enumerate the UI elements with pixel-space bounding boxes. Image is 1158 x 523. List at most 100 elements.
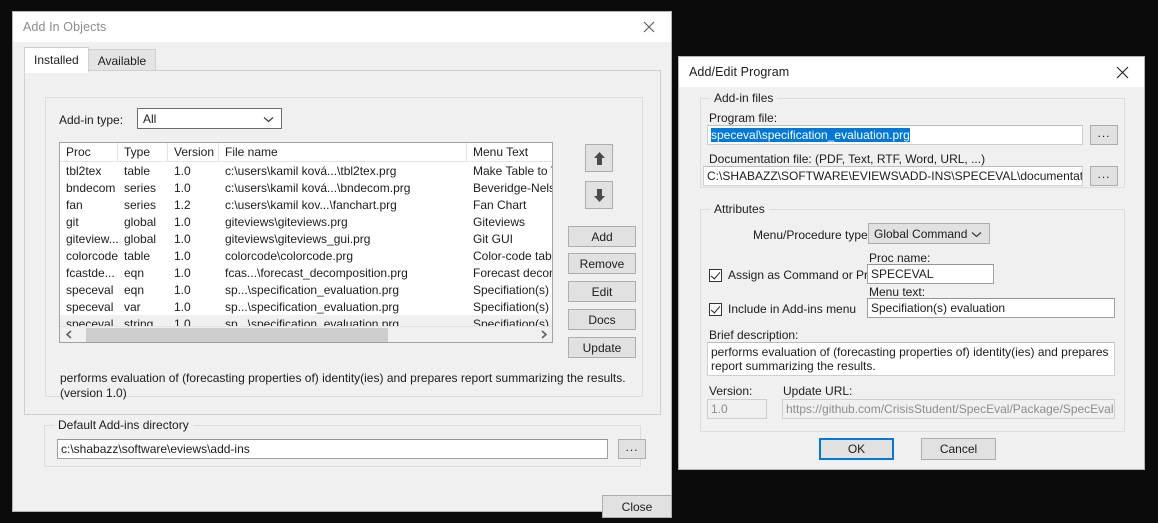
default-directory-input[interactable]: c:\shabazz\software\eviews\add-ins — [57, 439, 608, 459]
version-value: 1.0 — [711, 402, 728, 416]
cell-version: 1.0 — [174, 163, 191, 178]
chevron-down-icon — [263, 112, 274, 126]
menu-procedure-type-select[interactable]: Global Command — [868, 223, 990, 244]
cell-proc: tbl2tex — [66, 163, 102, 178]
cell-menutext: Color-code table — [473, 248, 552, 263]
brief-description-input[interactable]: performs evaluation of (forecasting prop… — [707, 342, 1115, 376]
move-up-button[interactable] — [585, 144, 613, 172]
brief-description-label: Brief description: — [709, 328, 799, 342]
cell-menutext: Git GUI — [473, 231, 514, 246]
cancel-button[interactable]: Cancel — [921, 438, 996, 460]
program-file-input[interactable]: speceval\specification_evaluation.prg — [707, 125, 1083, 145]
menu-text-value: Speciﬁation(s) evaluation — [871, 301, 1006, 315]
cell-type: series — [124, 197, 157, 212]
table-row[interactable]: fan series 1.2 c:\users\kamil kov...\fancha… — [60, 196, 552, 213]
cell-menutext: Fan Chart — [473, 197, 527, 212]
menu-procedure-type-value: Global Command — [874, 226, 968, 241]
default-directory-browse-button[interactable]: ... — [618, 439, 646, 459]
remove-button[interactable]: Remove — [568, 253, 636, 274]
desktop-background: Add In Objects Installed Available Add-i… — [0, 0, 1158, 523]
include-in-menu-label: Include in Add-ins menu — [728, 302, 857, 316]
ok-button[interactable]: OK — [819, 438, 894, 460]
cell-menutext: Beveridge-Nelso — [473, 180, 552, 195]
add-in-objects-title: Add In Objects — [23, 20, 107, 34]
default-directory-label: Default Add-ins directory — [54, 418, 193, 432]
cell-version: 1.0 — [174, 180, 191, 195]
scrollbar-track[interactable] — [77, 326, 535, 342]
add-edit-program-dialog: Add/Edit Program Add-in files Program fi… — [678, 56, 1145, 470]
table-body: tbl2tex table 1.0 c:\users\kamil ková...\tb… — [60, 162, 552, 332]
table-row[interactable]: fcastde... eqn 1.0 fcas...\forecast_decompo… — [60, 264, 552, 281]
close-icon[interactable] — [1100, 57, 1144, 87]
menu-text-input[interactable]: Speciﬁation(s) evaluation — [867, 298, 1115, 318]
update-url-label: Update URL: — [783, 384, 853, 398]
default-directory-value: c:\shabazz\software\eviews\add-ins — [61, 442, 250, 456]
include-in-menu-checkbox[interactable]: Include in Add-ins menu — [709, 302, 856, 316]
add-in-objects-titlebar: Add In Objects — [13, 12, 671, 42]
cell-proc: bndecom — [66, 180, 116, 195]
brief-description-value: performs evaluation of (forecasting prop… — [711, 345, 1109, 373]
cell-filename: c:\users\kamil kov...\fanchart.prg — [225, 197, 397, 212]
table-row[interactable]: colorcode table 1.0 colorcode\colorcode.prg… — [60, 247, 552, 264]
column-header-proc[interactable]: Proc — [60, 143, 118, 161]
column-header-version[interactable]: Version — [168, 143, 219, 161]
cell-proc: speceval — [66, 299, 114, 314]
column-header-type[interactable]: Type — [118, 143, 168, 161]
table-row[interactable]: bndecom series 1.0 c:\users\kamil ková...\b… — [60, 179, 552, 196]
add-button[interactable]: Add — [568, 226, 636, 247]
table-row[interactable]: speceval eqn 1.0 sp...\specification_evalua… — [60, 281, 552, 298]
table-row[interactable]: giteview... global 1.0 giteviews\giteviews_… — [60, 230, 552, 247]
cell-type: global — [124, 214, 157, 229]
menu-text-label: Menu text: — [869, 285, 926, 299]
scroll-right-icon[interactable] — [535, 327, 552, 343]
addin-description: performs evaluation of (forecasting prop… — [60, 371, 626, 400]
version-input: 1.0 — [707, 399, 767, 419]
cell-type: global — [124, 231, 157, 246]
cell-version: 1.0 — [174, 214, 191, 229]
documentation-file-browse-button[interactable]: ... — [1090, 166, 1118, 186]
checkbox-indicator — [709, 302, 722, 316]
addin-type-select[interactable]: All — [137, 108, 282, 129]
program-file-label: Program file: — [709, 111, 778, 125]
table-horizontal-scrollbar[interactable] — [60, 326, 552, 342]
update-url-value: https://github.com/CrisisStudent/SpecEva… — [786, 402, 1115, 416]
move-down-button[interactable] — [585, 181, 613, 209]
scroll-left-icon[interactable] — [60, 327, 77, 343]
documentation-file-label: Documentation file: (PDF, Text, RTF, Wor… — [709, 152, 986, 166]
documentation-file-input[interactable]: C:\SHABAZZ\SOFTWARE\EVIEWS\ADD-INS\SPECE… — [703, 166, 1083, 186]
update-button[interactable]: Update — [568, 337, 636, 358]
assign-command-label: Assign as Command or Proc — [728, 268, 881, 282]
scrollbar-thumb[interactable] — [86, 327, 389, 342]
cell-filename: giteviews\giteviews_gui.prg — [225, 231, 371, 246]
proc-name-label: Proc name: — [869, 251, 931, 265]
cell-version: 1.0 — [174, 265, 191, 280]
table-row[interactable]: speceval var 1.0 sp...\specification_evalua… — [60, 298, 552, 315]
docs-button[interactable]: Docs — [568, 309, 636, 330]
proc-name-input[interactable]: SPECEVAL — [867, 264, 994, 284]
cell-type: table — [124, 163, 151, 178]
assign-command-checkbox[interactable]: Assign as Command or Proc — [709, 268, 881, 282]
checkbox-indicator — [709, 268, 722, 282]
tab-installed[interactable]: Installed — [24, 47, 89, 73]
cell-version: 1.0 — [174, 282, 191, 297]
proc-name-value: SPECEVAL — [871, 267, 934, 281]
cell-filename: sp...\specification_evaluation.prg — [225, 299, 400, 314]
arrow-up-icon — [593, 151, 606, 166]
cell-menutext: Make Table to Te — [473, 163, 552, 178]
table-row[interactable]: git global 1.0 giteviews\giteviews.prg Gitev… — [60, 213, 552, 230]
addin-type-value: All — [143, 111, 157, 126]
close-icon[interactable] — [627, 12, 671, 42]
close-button[interactable]: Close — [602, 495, 672, 518]
program-file-browse-button[interactable]: ... — [1090, 125, 1118, 145]
column-header-filename[interactable]: File name — [219, 143, 467, 161]
cell-proc: giteview... — [66, 231, 118, 246]
cell-menutext: Giteviews — [473, 214, 526, 229]
cell-proc: git — [66, 214, 79, 229]
edit-button[interactable]: Edit — [568, 281, 636, 302]
cell-menutext: Forecast decomp — [473, 265, 552, 280]
add-edit-program-titlebar: Add/Edit Program — [679, 57, 1144, 87]
table-row[interactable]: tbl2tex table 1.0 c:\users\kamil ková...\tb… — [60, 162, 552, 179]
column-header-menutext[interactable]: Menu Text — [467, 143, 552, 161]
cell-filename: c:\users\kamil ková...\bndecom.prg — [225, 180, 411, 195]
addin-list-table[interactable]: Proc Type Version File name Menu Text tb… — [59, 142, 553, 343]
